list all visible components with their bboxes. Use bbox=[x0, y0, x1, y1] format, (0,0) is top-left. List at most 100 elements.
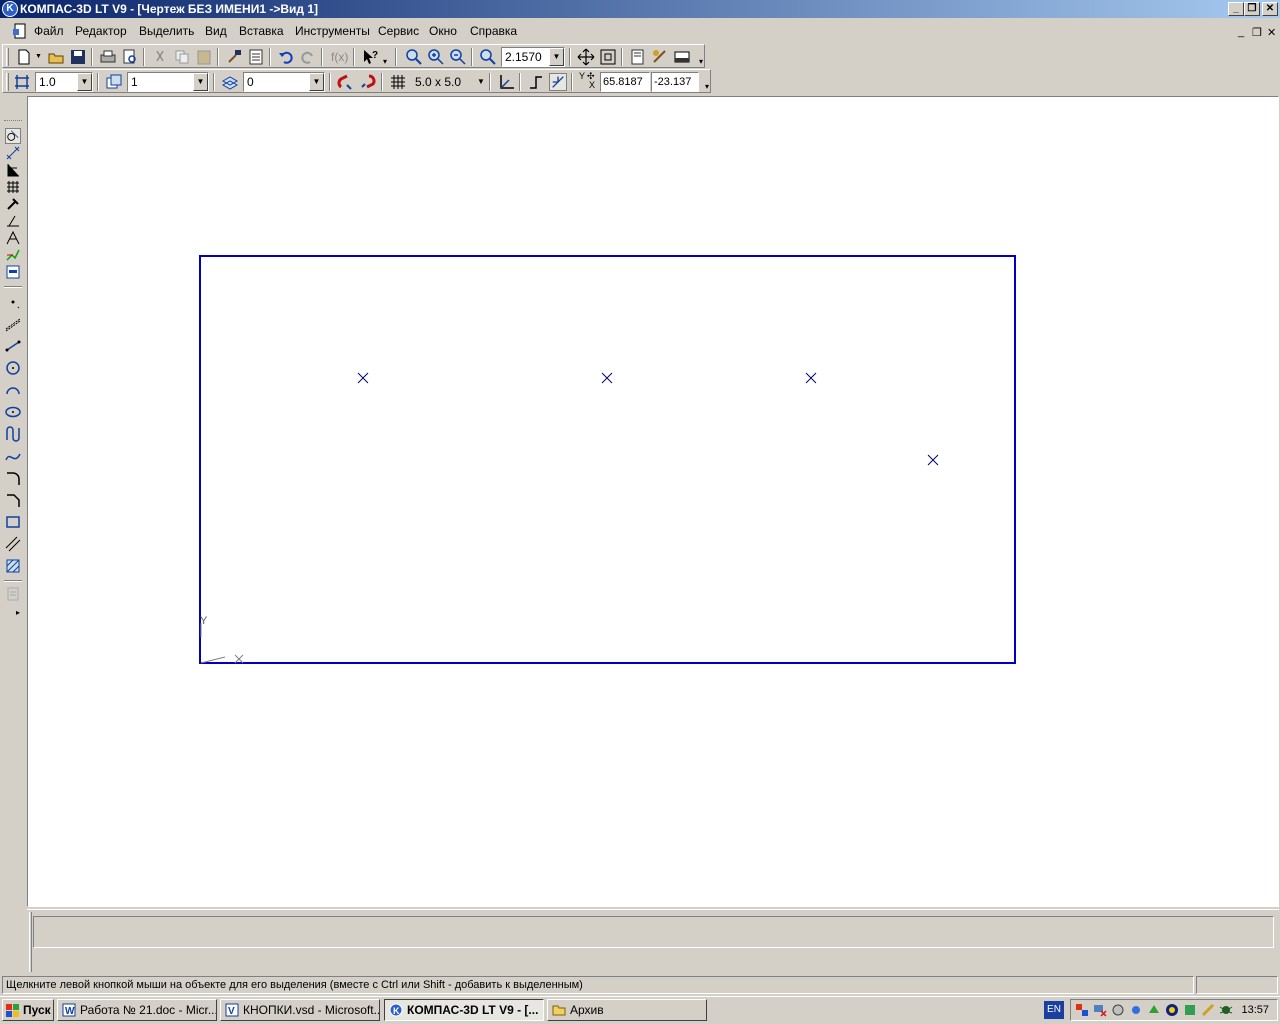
help-pointer-icon[interactable]: ? bbox=[361, 48, 379, 66]
arc-tool-icon[interactable] bbox=[5, 382, 21, 398]
layer-combo[interactable]: 0 ▼ bbox=[243, 72, 325, 92]
menu-insert[interactable]: Вставка bbox=[239, 24, 284, 38]
chevron-down-icon[interactable]: ▼ bbox=[549, 48, 564, 66]
regenerate-icon[interactable] bbox=[629, 48, 647, 66]
line-scale-combo[interactable]: 1.0 ▼ bbox=[35, 72, 93, 92]
bug-icon[interactable] bbox=[1219, 1003, 1233, 1017]
menu-select[interactable]: Выделить bbox=[139, 24, 194, 38]
kompas-app-icon[interactable]: K bbox=[2, 1, 18, 17]
layer-state-icon[interactable] bbox=[105, 73, 123, 91]
menu-view[interactable]: Вид bbox=[205, 24, 227, 38]
task-word[interactable]: W Работа № 21.doc - Micr... bbox=[57, 999, 217, 1021]
panel-grip[interactable] bbox=[29, 912, 32, 972]
editing-toolbar-icon[interactable] bbox=[5, 179, 21, 195]
start-button[interactable]: Пуск bbox=[2, 999, 54, 1021]
network-disconnected-icon[interactable] bbox=[1093, 1003, 1107, 1017]
bezier-tool-icon[interactable] bbox=[5, 448, 21, 464]
doc-close-button[interactable]: ✕ bbox=[1267, 26, 1276, 39]
doc-minimize-button[interactable]: _ bbox=[1238, 26, 1244, 38]
task-folder[interactable]: Архив bbox=[547, 999, 707, 1021]
task-visio[interactable]: V КНОПКИ.vsd - Microsoft... bbox=[220, 999, 380, 1021]
manager-icon[interactable] bbox=[651, 48, 669, 66]
cut-icon[interactable] bbox=[151, 48, 169, 66]
copy-icon[interactable] bbox=[173, 48, 191, 66]
antivirus-icon[interactable] bbox=[1129, 1003, 1143, 1017]
designations-toolbar-icon[interactable] bbox=[5, 162, 21, 178]
zoom-scale-combo[interactable]: 2.1570 ▼ bbox=[501, 47, 565, 67]
menu-editor[interactable]: Редактор bbox=[75, 24, 127, 38]
redo-icon[interactable] bbox=[299, 48, 317, 66]
zoom-scale-icon[interactable] bbox=[479, 48, 497, 66]
select-toolbar-icon[interactable] bbox=[5, 230, 21, 246]
save-icon[interactable] bbox=[69, 48, 87, 66]
cursor-x-field[interactable]: 65.8187 bbox=[600, 72, 650, 92]
layer-state-combo[interactable]: 1 ▼ bbox=[127, 72, 209, 92]
auxiliary-line-icon[interactable] bbox=[5, 316, 21, 332]
paste-icon[interactable] bbox=[195, 48, 213, 66]
dimensions-toolbar-icon[interactable] bbox=[5, 145, 21, 161]
media-icon[interactable] bbox=[1165, 1003, 1179, 1017]
doc-restore-button[interactable]: ❐ bbox=[1252, 26, 1262, 39]
zoom-in-icon[interactable] bbox=[427, 48, 445, 66]
grid-step-value[interactable]: 5.0 x 5.0 bbox=[415, 75, 461, 89]
point-tool-icon[interactable] bbox=[5, 294, 21, 310]
point-marker-2[interactable] bbox=[601, 372, 613, 384]
collect-contour-icon[interactable] bbox=[5, 586, 21, 602]
show-all-icon[interactable] bbox=[599, 48, 617, 66]
toolbar-more-icon[interactable]: ▾ bbox=[699, 57, 703, 66]
close-button[interactable]: ✕ bbox=[1262, 2, 1278, 16]
hatch-tool-icon[interactable] bbox=[5, 558, 21, 574]
pan-icon[interactable] bbox=[577, 48, 595, 66]
toolbar-more-icon[interactable]: ▾ bbox=[383, 57, 387, 66]
menu-tools[interactable]: Инструменты bbox=[295, 24, 370, 38]
fillet-tool-icon[interactable] bbox=[5, 470, 21, 486]
tray-app-icon[interactable] bbox=[1075, 1003, 1089, 1017]
panel-icon[interactable] bbox=[673, 48, 691, 66]
print-icon[interactable] bbox=[99, 48, 117, 66]
chamfer-tool-icon[interactable] bbox=[5, 492, 21, 508]
menu-window[interactable]: Окно bbox=[429, 24, 457, 38]
panel-expand-icon[interactable]: ▸ bbox=[16, 608, 20, 617]
toolbar-grip[interactable] bbox=[6, 48, 9, 66]
clock[interactable]: 13:57 bbox=[1241, 1004, 1269, 1016]
segment-tool-icon[interactable] bbox=[5, 338, 21, 354]
parametrization-toolbar-icon[interactable] bbox=[5, 196, 21, 212]
minimize-button[interactable]: _ bbox=[1228, 2, 1244, 16]
scale-view-icon[interactable] bbox=[13, 73, 31, 91]
properties-icon[interactable] bbox=[247, 48, 265, 66]
document-icon[interactable] bbox=[12, 23, 28, 39]
menu-help[interactable]: Справка bbox=[470, 24, 517, 38]
panel-grip[interactable] bbox=[4, 120, 22, 122]
geometry-toolbar-icon[interactable] bbox=[5, 128, 21, 144]
toolbar-more-icon[interactable]: ▾ bbox=[705, 82, 709, 91]
tool-icon[interactable] bbox=[1201, 1003, 1215, 1017]
rectangle-tool-icon[interactable] bbox=[5, 514, 21, 530]
measure-toolbar-icon[interactable] bbox=[5, 213, 21, 229]
task-kompas[interactable]: K КОМПАС-3D LT V9 - [... bbox=[384, 999, 544, 1021]
snap-magnet-icon[interactable] bbox=[337, 73, 355, 91]
menu-file[interactable]: Файл bbox=[34, 24, 64, 38]
zoom-out-icon[interactable] bbox=[449, 48, 467, 66]
equidistant-tool-icon[interactable] bbox=[5, 536, 21, 552]
print-preview-icon[interactable] bbox=[121, 48, 139, 66]
grid-dropdown-icon[interactable]: ▼ bbox=[477, 77, 485, 86]
cursor-y-field[interactable]: -23.137 bbox=[651, 72, 699, 92]
volume-icon[interactable] bbox=[1111, 1003, 1125, 1017]
format-brush-icon[interactable] bbox=[225, 48, 243, 66]
undo-icon[interactable] bbox=[277, 48, 295, 66]
point-marker-1[interactable] bbox=[357, 372, 369, 384]
chevron-down-icon[interactable]: ▼ bbox=[77, 73, 92, 91]
new-file-icon[interactable] bbox=[15, 48, 33, 66]
zoom-window-icon[interactable] bbox=[405, 48, 423, 66]
spec-toolbar-icon[interactable] bbox=[5, 247, 21, 263]
drawing-canvas[interactable]: Y bbox=[27, 96, 1279, 907]
reports-toolbar-icon[interactable] bbox=[5, 264, 21, 280]
chevron-down-icon[interactable]: ▼ bbox=[193, 73, 208, 91]
round-mode-icon[interactable] bbox=[549, 73, 567, 91]
sync-icon[interactable] bbox=[1183, 1003, 1197, 1017]
local-cs-icon[interactable] bbox=[497, 73, 515, 91]
spline-tool-icon[interactable] bbox=[5, 426, 21, 442]
chevron-down-icon[interactable]: ▼ bbox=[309, 73, 324, 91]
local-snap-magnet-icon[interactable] bbox=[359, 73, 377, 91]
toolbar-grip[interactable] bbox=[6, 73, 9, 91]
